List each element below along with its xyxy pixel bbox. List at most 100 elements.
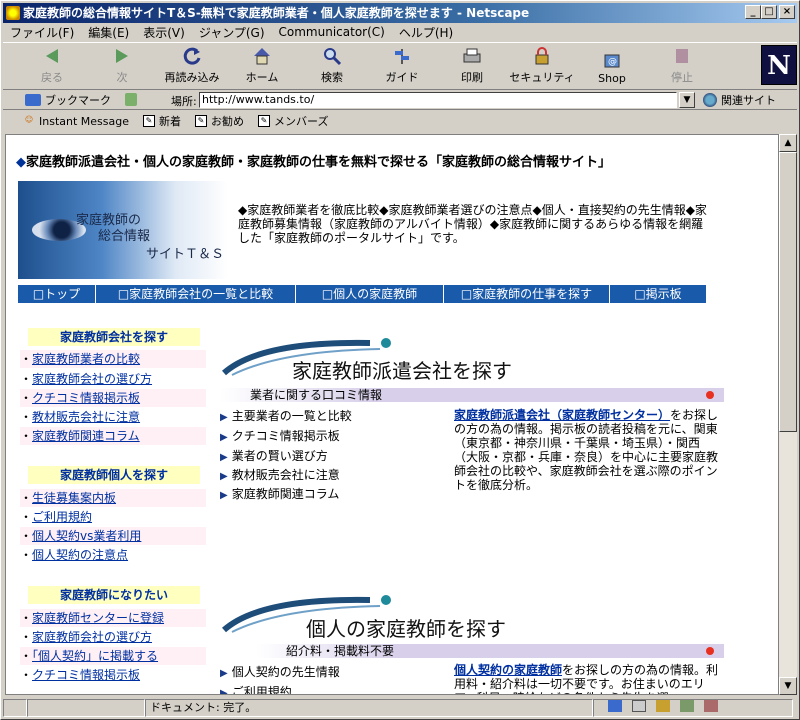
stop-button[interactable]: 停止 <box>647 43 717 89</box>
scroll-up-button[interactable]: ▲ <box>779 134 797 152</box>
address-book-icon[interactable] <box>680 700 694 712</box>
sidebar-link[interactable]: ・家庭教師センターに登録 <box>20 609 206 627</box>
sidebar-link[interactable]: ・家庭教師業者の比較 <box>20 350 206 368</box>
section1-link-text[interactable]: クチコミ情報掲示板 <box>232 429 340 443</box>
newsgroups-icon[interactable] <box>656 700 670 712</box>
guide-button[interactable]: ガイド <box>367 43 437 89</box>
mail-icon[interactable] <box>632 700 646 712</box>
section2-link-text[interactable]: 個人契約の先生情報 <box>232 665 340 679</box>
forward-button[interactable]: 次 <box>87 43 157 89</box>
location-label: 場所: <box>171 95 197 108</box>
recommended-button[interactable]: ✎ お勧め <box>195 113 244 129</box>
whats-new-button[interactable]: ✎ 新着 <box>143 113 181 129</box>
site-logo[interactable]: 家庭教師の 総合情報 サイトＴ＆Ｓ <box>18 181 228 279</box>
forward-arrow-icon <box>112 46 132 66</box>
triangle-bullet-icon: ▶ <box>220 412 228 423</box>
security-button[interactable]: セキュリティ <box>507 43 577 89</box>
sidebar-link-text[interactable]: 「個人契約」に掲載する <box>32 649 158 663</box>
navigator-icon[interactable] <box>608 700 622 712</box>
sidebar-link[interactable]: ・生徒募集案内板 <box>20 489 206 507</box>
red-dot-icon <box>706 647 714 655</box>
nav-bbs[interactable]: □掲示板 <box>610 285 706 303</box>
netscape-app-icon[interactable] <box>6 6 20 20</box>
sidebar-link[interactable]: ・「個人契約」に掲載する <box>20 647 206 665</box>
sidebar-link-text[interactable]: 家庭教師会社の選び方 <box>32 630 152 644</box>
menu-communicator[interactable]: Communicator(C) <box>272 25 392 39</box>
print-button[interactable]: 印刷 <box>437 43 507 89</box>
sidebar-link-text[interactable]: 個人契約vs業者利用 <box>32 529 141 543</box>
menu-go[interactable]: ジャンプ(G) <box>192 24 272 41</box>
home-button[interactable]: ホーム <box>227 43 297 89</box>
netscape-logo-icon[interactable]: N <box>761 45 797 85</box>
sidebar-link[interactable]: ・ご利用規約 <box>20 508 206 526</box>
maximize-button[interactable]: □ <box>761 5 777 19</box>
section2-link[interactable]: ▶ 個人契約の先生情報 <box>220 663 340 683</box>
menu-view[interactable]: 表示(V) <box>136 24 192 41</box>
scroll-down-button[interactable]: ▼ <box>779 677 797 695</box>
recommended-label: お勧め <box>211 115 244 128</box>
section1-link[interactable]: ▶ 業者の賢い選び方 <box>220 447 328 467</box>
instant-message-button[interactable]: ☺ Instant Message <box>23 115 129 128</box>
composer-icon[interactable] <box>704 700 718 712</box>
whats-new-label: 新着 <box>159 115 181 128</box>
minimize-button[interactable]: _ <box>745 5 761 19</box>
menu-bar: ファイル(F) 編集(E) 表示(V) ジャンプ(G) Communicator… <box>3 23 797 41</box>
section1-link[interactable]: ▶ 家庭教師関連コラム <box>220 485 339 505</box>
reload-button[interactable]: 再読み込み <box>157 43 227 89</box>
menu-help[interactable]: ヘルプ(H) <box>392 24 460 41</box>
sidebar-link-text[interactable]: クチコミ情報掲示板 <box>32 668 140 682</box>
section1-link[interactable]: ▶ クチコミ情報掲示板 <box>220 427 340 447</box>
url-dropdown-button[interactable]: ▼ <box>679 92 695 108</box>
members-button[interactable]: ✎ メンバーズ <box>258 113 328 129</box>
security-status-icon[interactable] <box>3 699 27 717</box>
sidebar-link[interactable]: ・個人契約vs業者利用 <box>20 527 206 545</box>
section1-link[interactable]: ▶ 教材販売会社に注意 <box>220 466 340 486</box>
sidebar-link[interactable]: ・クチコミ情報掲示板 <box>20 666 206 684</box>
scroll-thumb[interactable] <box>779 152 797 432</box>
window-title: 家庭教師の総合情報サイトT＆S-無料で家庭教師業者・個人家庭教師を探せます - … <box>23 6 530 20</box>
sidebar-link[interactable]: ・クチコミ情報掲示板 <box>20 389 206 407</box>
page-proxy-icon[interactable] <box>125 93 137 106</box>
sidebar-link-text[interactable]: ご利用規約 <box>32 510 92 524</box>
section1-link-text[interactable]: 業者の賢い選び方 <box>232 449 328 463</box>
sidebar-link-text[interactable]: 家庭教師業者の比較 <box>32 352 140 366</box>
back-button[interactable]: 戻る <box>17 43 87 89</box>
section1-link-text[interactable]: 主要業者の一覧と比較 <box>232 409 352 423</box>
sidebar-link[interactable]: ・個人契約の注意点 <box>20 546 206 564</box>
sidebar-link-text[interactable]: 家庭教師関連コラム <box>32 429 140 443</box>
sidebar-link-text[interactable]: 個人契約の注意点 <box>32 548 128 562</box>
bookmarks-button[interactable]: ブックマーク <box>25 92 111 108</box>
related-sites-icon <box>703 93 717 107</box>
nav-private-tutor[interactable]: □個人の家庭教師 <box>296 285 444 303</box>
nav-company-list[interactable]: □家庭教師会社の一覧と比較 <box>96 285 296 303</box>
nav-find-job[interactable]: □家庭教師の仕事を探す <box>444 285 610 303</box>
sidebar-link-text[interactable]: 生徒募集案内板 <box>32 491 116 505</box>
sidebar-link-text[interactable]: 家庭教師会社の選び方 <box>32 372 152 386</box>
page-headline: ◆家庭教師派遣会社・個人の家庭教師・家庭教師の仕事を無料で探せる「家庭教師の総合… <box>16 151 611 170</box>
url-input[interactable]: http://www.tands.to/ <box>199 92 677 108</box>
section1-link-text[interactable]: 教材販売会社に注意 <box>232 468 340 482</box>
close-button[interactable]: × <box>779 5 795 19</box>
section2-desc-link[interactable]: 個人契約の家庭教師 <box>454 663 562 677</box>
nav-top[interactable]: □トップ <box>18 285 96 303</box>
related-sites-button[interactable]: 関連サイト <box>703 92 776 108</box>
section1-link[interactable]: ▶ 主要業者の一覧と比較 <box>220 407 352 427</box>
component-bar[interactable] <box>593 699 793 717</box>
sidebar-link[interactable]: ・教材販売会社に注意 <box>20 408 206 426</box>
sidebar-link[interactable]: ・家庭教師関連コラム <box>20 427 206 445</box>
sidebar-link[interactable]: ・家庭教師会社の選び方 <box>20 370 206 388</box>
sidebar-link-text[interactable]: 家庭教師センターに登録 <box>32 611 164 625</box>
sidebar-link[interactable]: ・家庭教師会社の選び方 <box>20 628 206 646</box>
section2-link-text[interactable]: ご利用規約 <box>232 685 292 694</box>
section1-desc-link[interactable]: 家庭教師派遣会社（家庭教師センター） <box>454 408 670 422</box>
sidebar-link-text[interactable]: 教材販売会社に注意 <box>32 410 140 424</box>
vertical-scrollbar[interactable]: ▲ ▼ <box>779 134 797 695</box>
sidebar-link-text[interactable]: クチコミ情報掲示板 <box>32 391 140 405</box>
section2-link[interactable]: ▶ ご利用規約 <box>220 683 292 694</box>
menu-file[interactable]: ファイル(F) <box>3 24 81 41</box>
section1-link-text[interactable]: 家庭教師関連コラム <box>232 487 340 501</box>
title-bar[interactable]: 家庭教師の総合情報サイトT＆S-無料で家庭教師業者・個人家庭教師を探せます - … <box>3 3 797 23</box>
menu-edit[interactable]: 編集(E) <box>81 24 136 41</box>
search-button[interactable]: 検索 <box>297 43 367 89</box>
shop-button[interactable]: @ Shop <box>577 43 647 89</box>
